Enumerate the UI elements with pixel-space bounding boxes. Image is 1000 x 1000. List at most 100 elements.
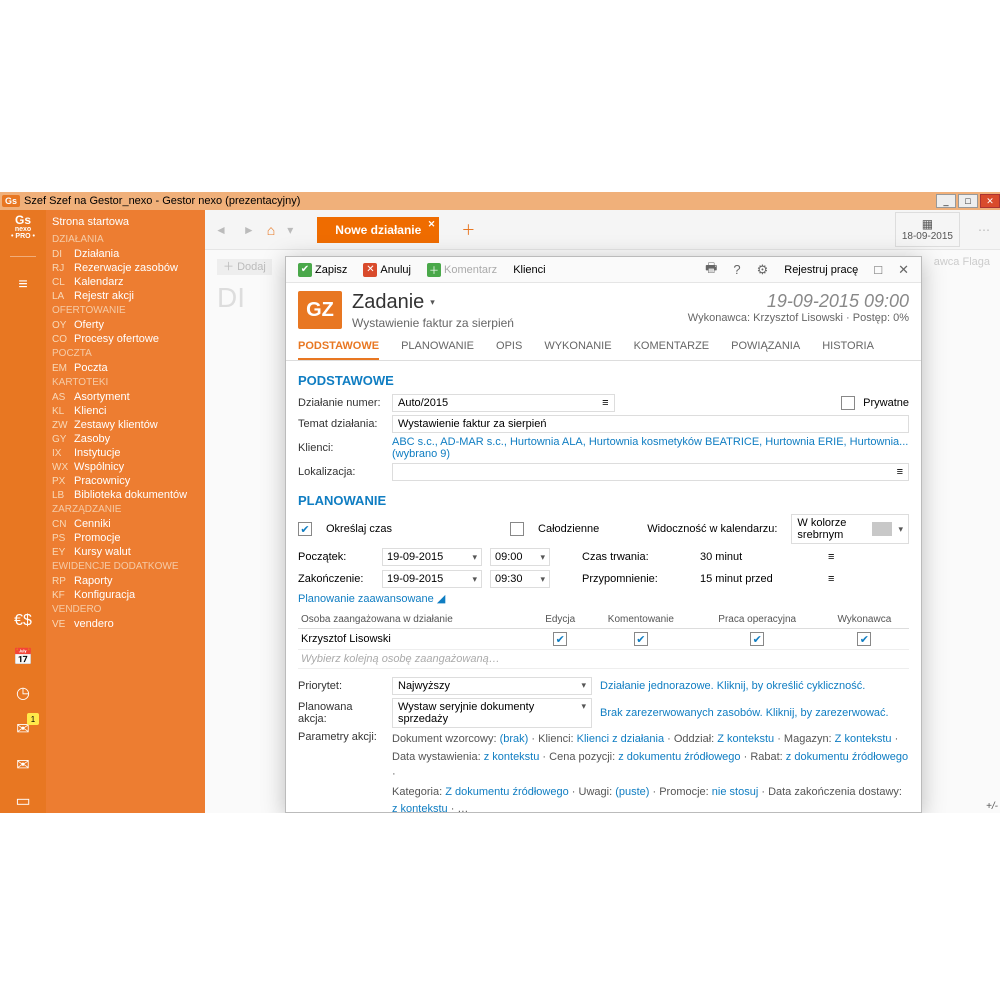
section-basic: PODSTAWOWE — [298, 373, 909, 388]
sidebar-item[interactable]: IXInstytucje — [50, 446, 201, 460]
maximize-button[interactable]: □ — [958, 194, 978, 208]
dialog-tab[interactable]: PODSTAWOWE — [298, 340, 379, 360]
sidebar-item[interactable]: LARejestr akcji — [50, 289, 201, 303]
nav-back-icon[interactable]: ◄ — [211, 223, 231, 237]
sidebar-item[interactable]: EYKursy walut — [50, 545, 201, 559]
clients-link[interactable]: ABC s.c., AD-MAR s.c., Hurtownia ALA, Hu… — [392, 436, 909, 460]
print-icon[interactable]: 🖶 — [699, 259, 723, 281]
cert-icon[interactable]: ▭ — [11, 789, 35, 813]
nav-fwd-icon[interactable]: ► — [239, 223, 259, 237]
start-date-field[interactable]: 19-09-2015▾ — [382, 548, 482, 566]
sidebar-item[interactable]: PSPromocje — [50, 531, 201, 545]
comment-button[interactable]: ＋Komentarz — [421, 261, 503, 279]
dialog-tab[interactable]: POWIĄZANIA — [731, 340, 800, 360]
help-icon[interactable]: ? — [727, 262, 746, 277]
new-action-dialog: ✔Zapisz ✕Anuluj ＋Komentarz Klienci 🖶 ? ⚙… — [285, 256, 922, 813]
close-button[interactable]: ✕ — [980, 194, 1000, 208]
dialog-title[interactable]: Zadanie ▾ — [352, 291, 514, 314]
tab-new-icon[interactable]: ＋ — [461, 220, 475, 240]
minimize-button[interactable]: _ — [936, 194, 956, 208]
dialog-tab[interactable]: KOMENTARZE — [634, 340, 710, 360]
start-time-field[interactable]: 09:00▾ — [490, 548, 550, 566]
save-button[interactable]: ✔Zapisz — [292, 261, 353, 279]
sidebar-item[interactable]: VEvendero — [50, 617, 201, 631]
sidebar-group: KARTOTEKI — [50, 375, 201, 390]
sidebar-group: EWIDENCJE DODATKOWE — [50, 559, 201, 574]
register-work-button[interactable]: Rejestruj pracę — [778, 262, 864, 278]
action-params: Dokument wzorcowy: (brak) · Klienci: Kli… — [392, 731, 909, 812]
sidebar: Gs nexo • PRO • ≡ €$ 📅 ◷ ✉1 ✉ ▭ Strona s… — [0, 210, 205, 813]
end-date-field[interactable]: 19-09-2015▾ — [382, 570, 482, 588]
allday-checkbox[interactable] — [510, 522, 524, 536]
sidebar-item[interactable]: COProcesy ofertowe — [50, 332, 201, 346]
menu-icon[interactable]: ≡ — [11, 273, 35, 297]
titlebar: Gs Szef Szef na Gestor_nexo - Gestor nex… — [0, 192, 1000, 210]
executor-line: Wykonawca: Krzysztof Lisowski · Postęp: … — [688, 312, 909, 324]
sidebar-item[interactable]: RJRezerwacje zasobów — [50, 261, 201, 275]
tab-close-icon[interactable]: ✕ — [428, 219, 436, 230]
mail-badge-icon[interactable]: ✉1 — [11, 717, 35, 741]
end-time-field[interactable]: 09:30▾ — [490, 570, 550, 588]
dialog-tab[interactable]: HISTORIA — [822, 340, 874, 360]
dialog-tab[interactable]: OPIS — [496, 340, 522, 360]
zoom-toggle[interactable]: +/- — [986, 801, 998, 812]
tabbar: ◄ ► ⌂ ▾ Nowe działanie✕ ＋ ▦ 18-09-2015 ⋯ — [205, 210, 1000, 250]
brand-logo: Gs nexo • PRO • — [11, 214, 35, 240]
people-table: Osoba zaangażowana w działanieEdycjaKome… — [298, 611, 909, 669]
planned-datetime: 19-09-2015 09:00 — [688, 291, 909, 312]
sidebar-group: DZIAŁANIA — [50, 232, 201, 247]
set-time-checkbox[interactable]: ✔ — [298, 522, 312, 536]
sidebar-item[interactable]: ZWZestawy klientów — [50, 418, 201, 432]
tab-active[interactable]: Nowe działanie✕ — [317, 217, 439, 243]
chevron-down-icon[interactable]: ▾ — [283, 223, 297, 237]
dialog-tab[interactable]: PLANOWANIE — [401, 340, 474, 360]
cancel-button[interactable]: ✕Anuluj — [357, 261, 417, 279]
close-dialog-icon[interactable]: ✕ — [892, 262, 915, 278]
calendar-small-icon: ▦ — [902, 217, 953, 231]
action-number-field[interactable]: Auto/2015≡ — [392, 394, 615, 412]
sidebar-item[interactable]: GYZasoby — [50, 432, 201, 446]
sidebar-item[interactable]: CLKalendarz — [50, 275, 201, 289]
maximize-dialog-icon[interactable]: □ — [868, 262, 888, 277]
visibility-select[interactable]: W kolorze srebrnym ▾ — [791, 514, 909, 544]
sidebar-item[interactable]: LBBiblioteka dokumentów — [50, 488, 201, 502]
mail-icon[interactable]: ✉ — [11, 753, 35, 777]
sidebar-group: OFERTOWANIE — [50, 303, 201, 318]
header-date[interactable]: ▦ 18-09-2015 — [895, 212, 960, 247]
table-row[interactable]: Krzysztof Lisowski ✔ ✔ ✔ ✔ — [298, 629, 909, 650]
sidebar-home[interactable]: Strona startowa — [50, 216, 201, 228]
sidebar-item[interactable]: DIDziałania — [50, 247, 201, 261]
sidebar-item[interactable]: EMPoczta — [50, 361, 201, 375]
currency-icon[interactable]: €$ — [11, 609, 35, 633]
gear-icon[interactable]: ⚙ — [751, 262, 775, 278]
sidebar-item[interactable]: WXWspólnicy — [50, 460, 201, 474]
timer-icon[interactable]: ◷ — [11, 681, 35, 705]
app-logo: Gs — [2, 195, 20, 207]
sidebar-item[interactable]: PXPracownicy — [50, 474, 201, 488]
sidebar-item[interactable]: KFKonfiguracja — [50, 588, 201, 602]
home-icon[interactable]: ⌂ — [267, 222, 275, 238]
dialog-subtitle: Wystawienie faktur za sierpień — [352, 316, 514, 330]
reserve-link[interactable]: Brak zarezerwowanych zasobów. Kliknij, b… — [600, 707, 889, 719]
dialog-tab[interactable]: WYKONANIE — [544, 340, 611, 360]
calendar-icon[interactable]: 📅 — [11, 645, 35, 669]
sidebar-item[interactable]: OYOferty — [50, 318, 201, 332]
advanced-planning-link[interactable]: Planowanie zaawansowane ◢ — [298, 592, 445, 605]
sidebar-group: ZARZĄDZANIE — [50, 502, 201, 517]
location-field[interactable]: ≡ — [392, 463, 909, 481]
clients-button[interactable]: Klienci — [507, 262, 551, 278]
type-badge: GZ — [298, 291, 342, 329]
sidebar-item[interactable]: KLKlienci — [50, 404, 201, 418]
priority-select[interactable]: Najwyższy▾ — [392, 677, 592, 695]
sidebar-group: VENDERO — [50, 602, 201, 617]
section-planning: PLANOWANIE — [298, 493, 909, 508]
private-checkbox[interactable] — [841, 396, 855, 410]
sidebar-item[interactable]: ASAsortyment — [50, 390, 201, 404]
planned-action-select[interactable]: Wystaw seryjnie dokumenty sprzedaży▾ — [392, 698, 592, 728]
add-person-input[interactable]: Wybierz kolejną osobę zaangażowaną… — [298, 650, 909, 669]
more-icon[interactable]: ⋯ — [974, 223, 994, 237]
recurrence-link[interactable]: Działanie jednorazowe. Kliknij, by okreś… — [600, 680, 865, 692]
sidebar-item[interactable]: CNCenniki — [50, 517, 201, 531]
subject-field[interactable]: Wystawienie faktur za sierpień — [392, 415, 909, 433]
sidebar-item[interactable]: RPRaporty — [50, 574, 201, 588]
